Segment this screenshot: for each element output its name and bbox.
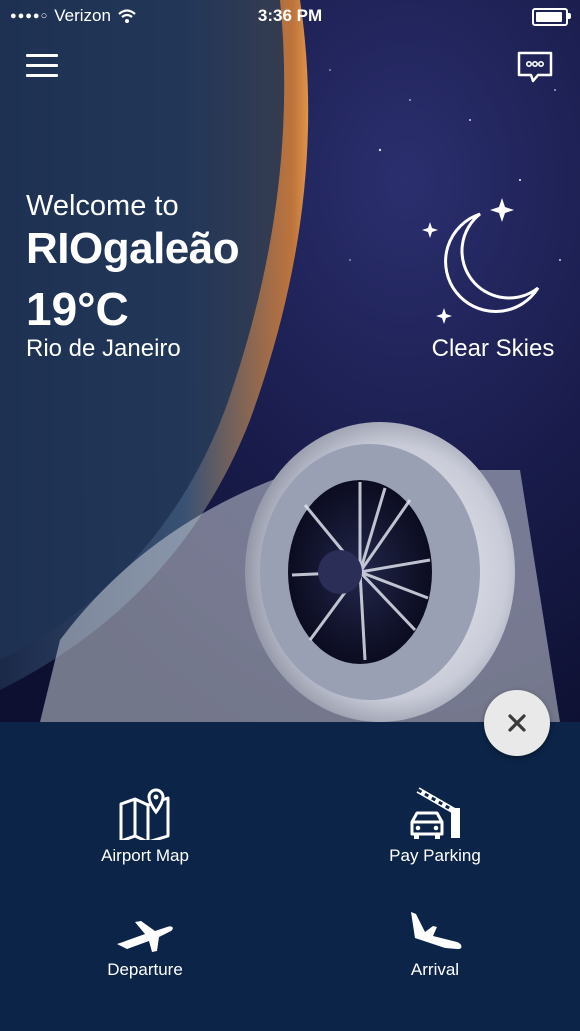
departure-plane-icon [117, 921, 173, 952]
city-name: Rio de Janeiro [26, 335, 181, 362]
status-bar: ●●●●○ Verizon 3:36 PM [0, 0, 580, 34]
airport-map-button[interactable]: Airport Map [45, 788, 245, 866]
moon-stars-icon [422, 198, 540, 324]
weather-condition: Clear Skies [431, 335, 555, 362]
quick-actions-panel [0, 722, 580, 1031]
airport-name: RIOgaleão [26, 224, 240, 273]
arrival-plane-icon [411, 912, 462, 950]
map-pin-icon [119, 788, 170, 840]
parking-gate-icon [410, 787, 460, 839]
welcome-text: Welcome to [26, 190, 179, 222]
status-time: 3:36 PM [257, 6, 323, 25]
close-icon [508, 714, 526, 732]
airport-map-label: Airport Map [101, 846, 189, 865]
chat-bubble-icon[interactable] [516, 50, 554, 86]
pay-parking-button[interactable]: Pay Parking [335, 786, 535, 866]
close-button[interactable] [484, 690, 550, 756]
hamburger-menu-icon[interactable] [26, 52, 58, 80]
arrival-button[interactable]: Arrival [335, 910, 535, 980]
app-screen: ●●●●○ Verizon 3:36 PM Welcome to RIOgale… [0, 0, 580, 1031]
arrival-label: Arrival [410, 960, 460, 979]
battery-icon [532, 8, 571, 26]
departure-button[interactable]: Departure [45, 914, 245, 980]
pay-parking-label: Pay Parking [389, 846, 481, 865]
departure-label: Departure [107, 960, 183, 979]
temperature: 19°C [26, 283, 129, 335]
